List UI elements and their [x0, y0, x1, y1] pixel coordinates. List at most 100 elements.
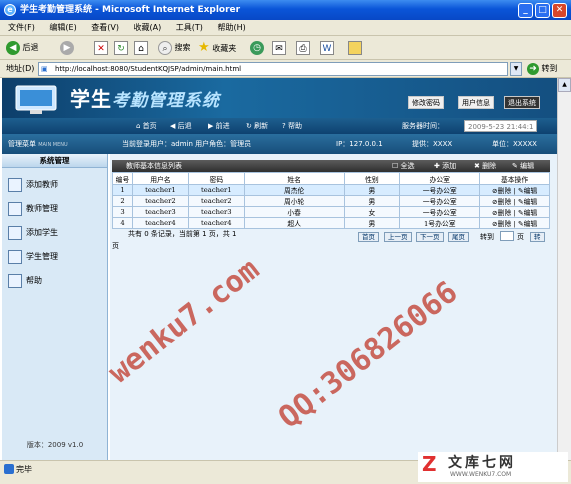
- last-page-button[interactable]: 尾页: [448, 232, 469, 242]
- row-delete-link[interactable]: ⊘删除: [492, 220, 511, 228]
- col-header-id: 编号: [112, 172, 133, 185]
- maximize-button[interactable]: □: [535, 3, 550, 18]
- server-time-label: 服务器时间：: [402, 122, 444, 130]
- nav-refresh[interactable]: ↻ 刷新: [246, 118, 268, 134]
- wenku-logo-url: WWW.WENKU7.COM: [450, 471, 512, 478]
- col-header-username: 用户名: [131, 172, 189, 185]
- stop-button[interactable]: ✕: [94, 39, 108, 57]
- sidebar-item-add-student[interactable]: 添加学生: [8, 224, 58, 242]
- window-title: 学生考勤管理系统 - Microsoft Internet Explorer: [20, 5, 241, 15]
- row-edit-link[interactable]: ✎编辑: [518, 220, 537, 228]
- server-time-value: 2009-5-23 21:44:1: [464, 120, 538, 132]
- nav-home[interactable]: ⌂ 首页: [136, 118, 157, 134]
- table-row[interactable]: 3 teacher3 teacher3 小春 女 一号办公室 ⊘删除 | ✎编辑: [112, 206, 550, 218]
- home-button[interactable]: ⌂: [134, 39, 148, 57]
- go-arrow-icon: ➜: [527, 62, 539, 75]
- goto-label: 转到: [480, 233, 494, 241]
- nav-back[interactable]: ◀ 后退: [170, 118, 192, 134]
- menu-help[interactable]: 帮助(H): [217, 23, 245, 32]
- pager: 共有 0 条记录，当前第 1 页，共 1 页 首页 上一页 下一页 尾页 转到 …: [112, 228, 550, 252]
- sidebar-item-teacher-manage[interactable]: 教师管理: [8, 200, 58, 218]
- refresh-icon: ↻: [114, 40, 128, 55]
- nav-refresh-label: 刷新: [254, 122, 269, 130]
- scroll-up-arrow[interactable]: ▲: [558, 78, 571, 92]
- nav-help-label: 帮助: [287, 122, 302, 130]
- history-button[interactable]: ◷: [250, 39, 264, 57]
- search-button[interactable]: ⌕ 搜索: [158, 39, 191, 57]
- table-header-row: 编号 用户名 密码 姓名 性别 办公室 基本操作: [112, 172, 550, 185]
- status-text: 完毕: [16, 465, 32, 474]
- close-button[interactable]: ✕: [552, 3, 567, 18]
- delete-button[interactable]: ✖ 删除: [474, 160, 496, 172]
- table-row[interactable]: 1 teacher1 teacher1 周杰伦 男 一号办公室 ⊘删除 | ✎编…: [112, 184, 550, 196]
- row-delete-link[interactable]: ⊘删除: [492, 209, 511, 217]
- menu-file[interactable]: 文件(F): [8, 23, 35, 32]
- menu-favorites[interactable]: 收藏(A): [134, 23, 162, 32]
- nav-home-label: 首页: [142, 122, 157, 130]
- mail-icon: ✉: [272, 40, 286, 55]
- home-icon: ⌂: [134, 40, 148, 55]
- app-banner: 学生考勤管理系统 修改密码 用户信息 退出系统: [2, 78, 557, 118]
- address-bar: 地址(D) ▣ http://localhost:8080/StudentKQJ…: [0, 60, 571, 78]
- first-page-button[interactable]: 首页: [358, 232, 379, 242]
- cell-office: 一号办公室: [399, 195, 481, 207]
- minimize-button[interactable]: _: [518, 3, 533, 18]
- cell-id: 1: [112, 184, 133, 196]
- delete-text: 删除: [497, 187, 512, 195]
- row-delete-link[interactable]: ⊘删除: [492, 187, 511, 195]
- cell-name: 超人: [243, 217, 345, 229]
- menu-view[interactable]: 查看(V): [91, 23, 119, 32]
- change-password-button[interactable]: 修改密码: [408, 96, 444, 109]
- edit-button[interactable]: ✎ 编辑: [512, 160, 534, 172]
- menu-label-text: 管理菜单: [8, 140, 36, 148]
- wenku-logo-text: 文库七网: [448, 455, 516, 471]
- row-edit-link[interactable]: ✎编辑: [518, 209, 537, 217]
- nav-help[interactable]: ? 帮助: [282, 118, 302, 134]
- menu-tools[interactable]: 工具(T): [176, 23, 203, 32]
- pager-unit: 页: [112, 242, 119, 250]
- stop-icon: ✕: [94, 40, 108, 55]
- address-input[interactable]: ▣ http://localhost:8080/StudentKQJSP/adm…: [38, 62, 508, 76]
- folder-button[interactable]: [348, 39, 362, 57]
- search-icon: ⌕: [158, 40, 172, 55]
- sidebar-item-add-teacher[interactable]: 添加教师: [8, 176, 58, 194]
- row-edit-link[interactable]: ✎编辑: [518, 198, 537, 206]
- row-edit-link[interactable]: ✎编辑: [518, 187, 537, 195]
- sidebar-item-help[interactable]: 帮助: [8, 272, 42, 290]
- cell-username: teacher2: [131, 195, 189, 207]
- cell-sex: 男: [343, 217, 401, 229]
- add-teacher-icon: [8, 177, 22, 192]
- back-button[interactable]: ◀ 后退: [6, 39, 39, 57]
- go-button[interactable]: ➜ 转到: [527, 62, 558, 76]
- add-button[interactable]: ✚ 添加: [434, 160, 456, 172]
- forward-button[interactable]: ▶: [60, 39, 74, 57]
- exit-system-button[interactable]: 退出系统: [504, 96, 540, 109]
- favorites-button[interactable]: ★ 收藏夹: [198, 39, 236, 57]
- address-dropdown[interactable]: ▼: [510, 62, 522, 76]
- menu-edit[interactable]: 编辑(E): [49, 23, 76, 32]
- app-title: 学生考勤管理系统: [70, 83, 220, 112]
- page-icon: ▣: [41, 65, 48, 73]
- mail-button[interactable]: ✉: [272, 39, 286, 57]
- sidebar-heading: 系统管理: [2, 154, 107, 168]
- goto-page-button[interactable]: 转: [530, 232, 545, 242]
- user-info-button[interactable]: 用户信息: [458, 96, 494, 109]
- prev-page-button[interactable]: 上一页: [384, 232, 412, 242]
- row-delete-link[interactable]: ⊘删除: [492, 198, 511, 206]
- cell-name: 周小轮: [243, 195, 345, 207]
- col-header-office: 办公室: [399, 172, 481, 185]
- folder-icon: [348, 40, 362, 55]
- word-button[interactable]: W: [320, 39, 334, 57]
- print-button[interactable]: ⎙: [296, 39, 310, 57]
- next-page-button[interactable]: 下一页: [416, 232, 444, 242]
- menu-label-en: MAIN MENU: [38, 142, 68, 148]
- select-all-label: 全选: [400, 162, 415, 170]
- nav-forward[interactable]: ▶ 前进: [208, 118, 230, 134]
- refresh-button[interactable]: ↻: [114, 39, 128, 57]
- select-all-checkbox[interactable]: ☐ 全选: [392, 160, 415, 172]
- vertical-scrollbar[interactable]: ▲: [557, 78, 571, 460]
- table-row[interactable]: 4 teacher4 teacher4 超人 男 1号办公室 ⊘删除 | ✎编辑: [112, 217, 550, 229]
- page-number-input[interactable]: [500, 231, 514, 241]
- table-row[interactable]: 2 teacher2 teacher2 周小轮 男 一号办公室 ⊘删除 | ✎编…: [112, 195, 550, 207]
- sidebar-item-student-manage[interactable]: 学生管理: [8, 248, 58, 266]
